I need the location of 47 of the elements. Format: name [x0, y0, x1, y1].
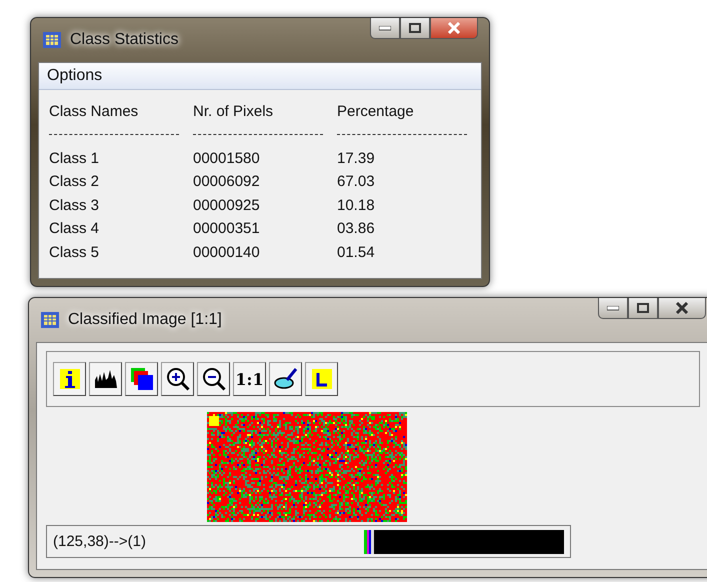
close-icon — [675, 302, 689, 314]
minimize-button[interactable] — [598, 298, 628, 319]
table-cell-text: 00001580 — [193, 148, 261, 168]
close-icon — [447, 22, 461, 34]
column-header: Percentage — [337, 102, 415, 122]
maximize-button[interactable] — [400, 18, 430, 39]
toolbar-button[interactable] — [305, 362, 338, 396]
table-cell-text: 00000140 — [193, 242, 261, 262]
window-title: Class Statistics — [70, 31, 180, 49]
table-cell-text: 67.03 — [337, 172, 376, 192]
close-button[interactable] — [430, 18, 478, 39]
close-button[interactable] — [658, 298, 706, 319]
table-cell-text: 01.54 — [337, 242, 376, 262]
column-header: Nr. of Pixels — [193, 102, 274, 122]
app-icon — [40, 310, 60, 330]
toolbar-button[interactable] — [53, 362, 86, 396]
layers-icon — [128, 366, 154, 392]
table-cell-text: 17.39 — [337, 148, 376, 168]
table-cell-text: 00006092 — [193, 172, 261, 192]
table-cell-text: 00000925 — [193, 196, 261, 216]
zoom-in-icon — [164, 366, 190, 392]
table-cell-text: Class 3 — [49, 196, 100, 216]
table-cell-text: 00000351 — [193, 219, 261, 239]
table-cell-text: 03.86 — [337, 219, 376, 239]
maximize-icon — [409, 23, 421, 33]
toolbar-button[interactable] — [197, 362, 230, 396]
minimize-icon — [379, 26, 391, 30]
table-cell-text: Class 5 — [49, 242, 100, 262]
app-icon — [42, 30, 62, 50]
minimize-icon — [607, 306, 619, 310]
toolbar-button[interactable] — [125, 362, 158, 396]
column-header: Class Names — [49, 102, 140, 122]
toolbar-button[interactable] — [269, 362, 302, 396]
toolbar-button[interactable] — [89, 362, 122, 396]
table-cell-text: 10.18 — [337, 196, 376, 216]
toolbar-button[interactable] — [161, 362, 194, 396]
maximize-button[interactable] — [628, 298, 658, 319]
zoom-out-icon — [200, 366, 226, 392]
actual-size-button[interactable]: 1:1 — [233, 362, 266, 396]
menu-item[interactable]: Options — [47, 67, 102, 85]
minimize-button[interactable] — [370, 18, 400, 39]
window-title: Classified Image [1:1] — [68, 311, 223, 329]
table-cell-text: Class 1 — [49, 148, 100, 168]
table-cell-text: Class 4 — [49, 219, 100, 239]
status-text: (125,38)-->(1) — [53, 533, 146, 550]
table-cell-text: Class 2 — [49, 172, 100, 192]
maximize-icon — [637, 303, 649, 313]
